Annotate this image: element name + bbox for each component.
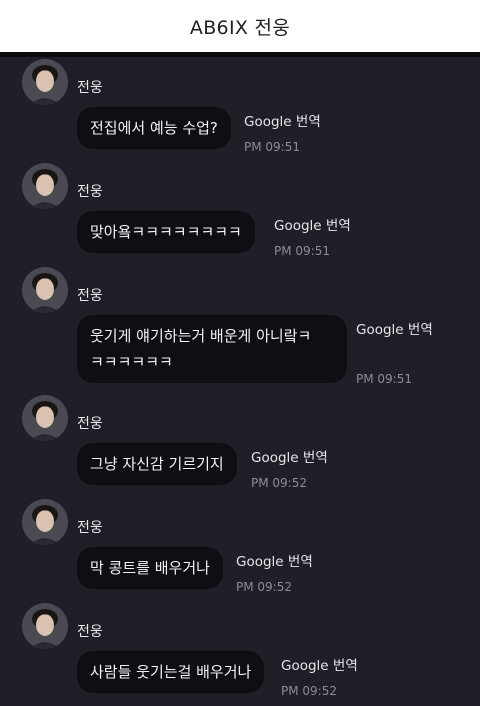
message-timestamp: PM 09:52 bbox=[281, 684, 337, 698]
message-bubble[interactable]: 맞아욬ㅋㅋㅋㅋㅋㅋㅋㅋ bbox=[77, 211, 255, 253]
avatar[interactable] bbox=[22, 267, 68, 313]
sender-name: 전웅 bbox=[77, 416, 103, 432]
message-bubble[interactable]: 전집에서 예능 수업? bbox=[77, 107, 231, 149]
sender-name: 전웅 bbox=[77, 520, 103, 536]
message-bubble[interactable]: 그냥 자신감 기르기지 bbox=[77, 443, 237, 485]
avatar[interactable] bbox=[22, 499, 68, 545]
message-text-line: 웃기게 얘기하는거 배운게 아니랔ㅋ bbox=[90, 327, 312, 345]
app-header: AB6IX 전웅 bbox=[0, 0, 480, 52]
google-translate-link[interactable]: Google 번역 bbox=[281, 654, 358, 674]
sender-name: 전웅 bbox=[77, 80, 103, 96]
google-translate-link[interactable]: Google 번역 bbox=[236, 550, 313, 570]
sender-name: 전웅 bbox=[77, 288, 103, 304]
google-translate-link[interactable]: Google 번역 bbox=[251, 446, 328, 466]
avatar[interactable] bbox=[22, 163, 68, 209]
message-text-line: ㅋㅋㅋㅋㅋㅋ bbox=[90, 353, 173, 371]
message-timestamp: PM 09:52 bbox=[236, 580, 292, 594]
chat-area[interactable]: 전웅 전집에서 예능 수업? Google 번역 PM 09:51 전웅 맞아욬… bbox=[0, 57, 480, 706]
sender-name: 전웅 bbox=[77, 184, 103, 200]
avatar[interactable] bbox=[22, 603, 68, 649]
message-timestamp: PM 09:51 bbox=[356, 372, 412, 386]
message-timestamp: PM 09:51 bbox=[244, 140, 300, 154]
sender-name: 전웅 bbox=[77, 624, 103, 640]
message-text: 전집에서 예능 수업? bbox=[90, 119, 218, 137]
avatar[interactable] bbox=[22, 395, 68, 441]
message-bubble[interactable]: 막 콩트를 배우거나 bbox=[77, 547, 223, 589]
google-translate-link[interactable]: Google 번역 bbox=[356, 318, 433, 338]
message-bubble[interactable]: 웃기게 얘기하는거 배운게 아니랔ㅋ ㅋㅋㅋㅋㅋㅋ bbox=[77, 315, 347, 383]
message-bubble[interactable]: 사람들 웃기는걸 배우거나 bbox=[77, 651, 265, 693]
message-timestamp: PM 09:51 bbox=[274, 244, 330, 258]
message-text: 사람들 웃기는걸 배우거나 bbox=[90, 663, 252, 681]
google-translate-link[interactable]: Google 번역 bbox=[274, 214, 351, 234]
message-timestamp: PM 09:52 bbox=[251, 476, 307, 490]
message-text: 맞아욬ㅋㅋㅋㅋㅋㅋㅋㅋ bbox=[90, 223, 242, 241]
message-text: 막 콩트를 배우거나 bbox=[90, 559, 210, 577]
avatar[interactable] bbox=[22, 59, 68, 105]
message-text: 그냥 자신감 기르기지 bbox=[90, 455, 224, 473]
chat-title: AB6IX 전웅 bbox=[189, 16, 291, 39]
google-translate-link[interactable]: Google 번역 bbox=[244, 110, 321, 130]
